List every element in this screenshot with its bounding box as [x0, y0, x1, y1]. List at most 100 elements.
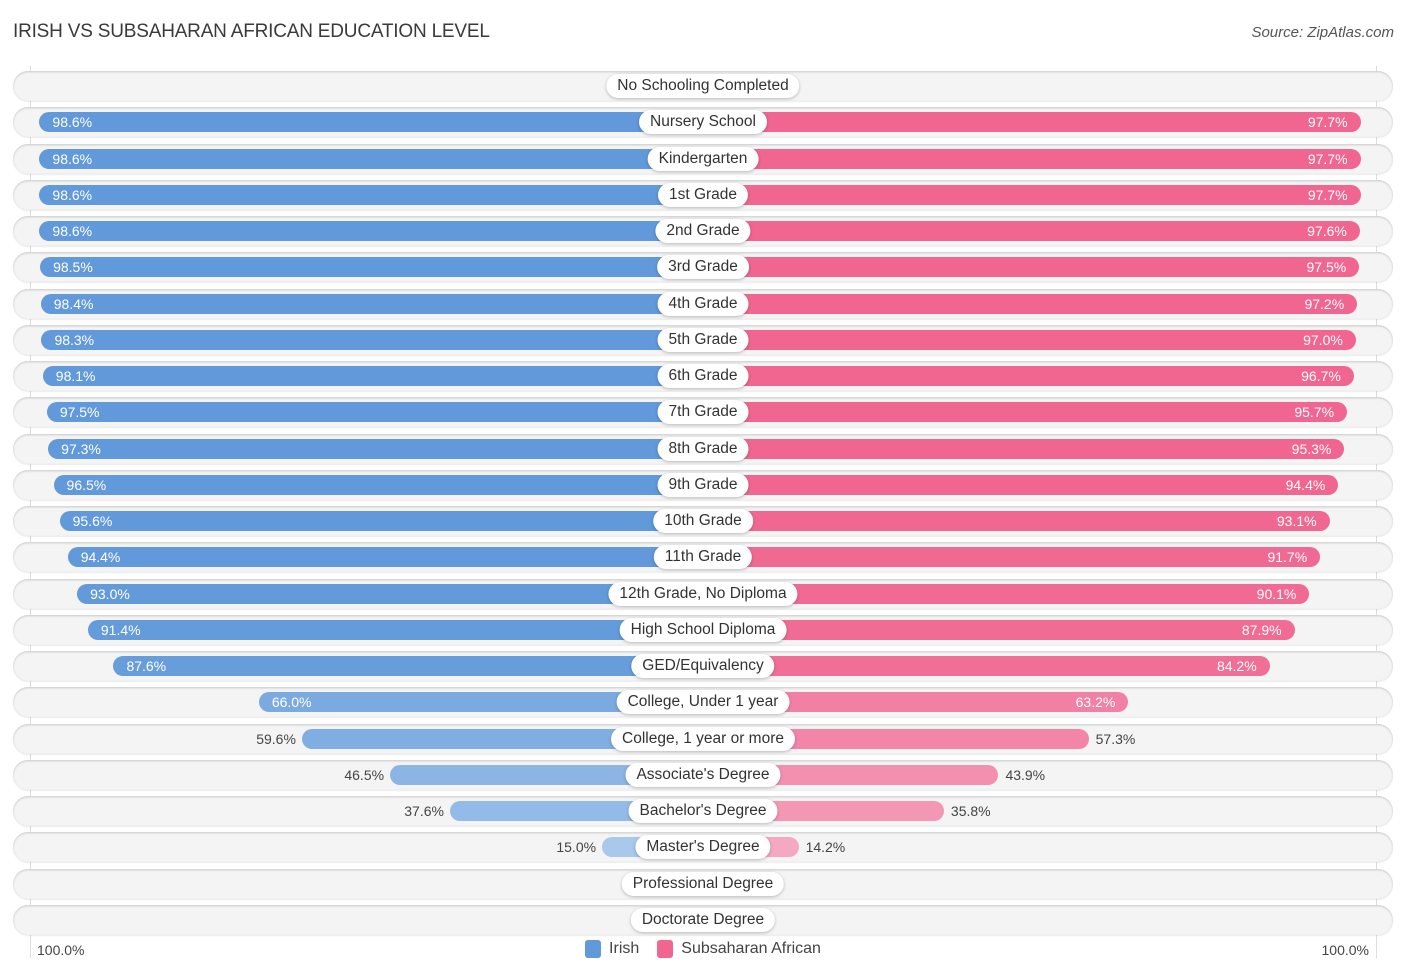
value-label-irish-3rd-grade: 98.5% [53, 259, 93, 276]
bar-subsaharan-african-9th-grade[interactable] [703, 474, 1339, 495]
value-label-subsaharan-african-bachelor-s-degree: 35.8% [950, 803, 991, 819]
value-label-subsaharan-african-12th-grade-no-diploma: 90.1% [1256, 585, 1297, 602]
value-label-subsaharan-african-4th-grade: 97.2% [1304, 295, 1345, 312]
bar-irish-5th-grade[interactable] [41, 329, 703, 350]
bar-irish-nursery-school[interactable] [39, 112, 703, 133]
bar-subsaharan-african-nursery-school[interactable] [703, 112, 1361, 133]
value-label-irish-12th-grade-no-diploma: 93.0% [90, 585, 130, 602]
bar-subsaharan-african-6th-grade[interactable] [703, 366, 1354, 386]
bar-subsaharan-african-3rd-grade[interactable] [703, 257, 1360, 278]
value-label-irish-nursery-school: 98.6% [52, 114, 93, 131]
category-label-professional-degree: Professional Degree [621, 871, 785, 896]
legend-item-irish[interactable]: Irish [585, 940, 639, 958]
legend-label-irish: Irish [609, 940, 640, 957]
value-label-irish-1st-grade: 98.6% [52, 186, 93, 203]
category-label-college-1-year-or-more: College, 1 year or more [611, 726, 795, 751]
bar-irish-2nd-grade[interactable] [39, 221, 703, 241]
bar-subsaharan-african-2nd-grade[interactable] [703, 221, 1360, 241]
category-label-1st-grade: 1st Grade [657, 182, 749, 207]
bar-subsaharan-african-1st-grade[interactable] [703, 184, 1361, 205]
category-label-bachelor-s-degree: Bachelor's Degree [628, 799, 778, 823]
value-label-irish-9th-grade: 96.5% [66, 476, 107, 493]
value-label-irish-5th-grade: 98.3% [54, 331, 95, 348]
diverging-bar-chart: 1.4%2.3%No Schooling Completed98.6%97.7%… [0, 0, 1406, 975]
bar-subsaharan-african-kindergarten[interactable] [703, 148, 1361, 169]
value-label-irish-7th-grade: 97.5% [59, 404, 100, 421]
category-label-nursery-school: Nursery School [639, 110, 767, 135]
bar-subsaharan-african-11th-grade[interactable] [703, 547, 1321, 568]
legend: Irish Subsaharan African [0, 940, 1406, 958]
value-label-subsaharan-african-9th-grade: 94.4% [1285, 476, 1326, 493]
value-label-subsaharan-african-associate-s-degree: 43.9% [1005, 766, 1046, 783]
category-label-2nd-grade: 2nd Grade [655, 219, 751, 243]
value-label-irish-high-school-diploma: 91.4% [100, 621, 141, 638]
bar-irish-7th-grade[interactable] [46, 402, 703, 423]
value-label-subsaharan-african-1st-grade: 97.7% [1307, 186, 1348, 203]
category-label-12th-grade-no-diploma: 12th Grade, No Diploma [608, 581, 798, 606]
value-label-irish-bachelor-s-degree: 37.6% [404, 803, 444, 819]
value-label-subsaharan-african-5th-grade: 97.0% [1303, 331, 1343, 348]
category-label-8th-grade: 8th Grade [657, 436, 749, 461]
value-label-subsaharan-african-college-1-year-or-more: 57.3% [1095, 730, 1136, 747]
bar-irish-4th-grade[interactable] [40, 293, 703, 314]
bar-subsaharan-african-10th-grade[interactable] [703, 511, 1330, 531]
bar-irish-6th-grade[interactable] [42, 366, 703, 386]
category-label-6th-grade: 6th Grade [657, 364, 749, 388]
category-label-5th-grade: 5th Grade [657, 327, 749, 352]
value-label-irish-kindergarten: 98.6% [52, 150, 93, 167]
bar-subsaharan-african-7th-grade[interactable] [703, 402, 1348, 423]
value-label-irish-6th-grade: 98.1% [55, 368, 96, 384]
legend-swatch-subsaharan-african [657, 940, 674, 958]
bar-irish-kindergarten[interactable] [39, 148, 703, 169]
bar-irish-3rd-grade[interactable] [40, 257, 703, 278]
value-label-irish-associate-s-degree: 46.5% [344, 766, 385, 783]
legend-swatch-irish [585, 940, 602, 958]
category-label-master-s-degree: Master's Degree [635, 835, 771, 860]
category-label-no-schooling-completed: No Schooling Completed [606, 74, 800, 98]
bar-irish-9th-grade[interactable] [53, 474, 703, 495]
value-label-irish-college-under-1-year: 66.0% [271, 694, 312, 711]
value-label-subsaharan-african-11th-grade: 91.7% [1267, 549, 1308, 566]
value-label-irish-college-1-year-or-more: 59.6% [256, 730, 296, 747]
value-label-irish-11th-grade: 94.4% [80, 549, 121, 566]
bar-irish-ged-equivalency[interactable] [113, 656, 703, 676]
value-label-subsaharan-african-3rd-grade: 97.5% [1306, 259, 1347, 276]
value-label-subsaharan-african-8th-grade: 95.3% [1291, 440, 1332, 457]
bar-irish-11th-grade[interactable] [67, 547, 703, 568]
value-label-subsaharan-african-master-s-degree: 14.2% [805, 839, 846, 856]
category-label-4th-grade: 4th Grade [657, 291, 749, 316]
bar-subsaharan-african-ged-equivalency[interactable] [703, 656, 1270, 676]
bar-irish-10th-grade[interactable] [59, 511, 703, 531]
value-label-subsaharan-african-ged-equivalency: 84.2% [1216, 658, 1257, 674]
category-label-kindergarten: Kindergarten [647, 146, 759, 171]
category-label-associate-s-degree: Associate's Degree [625, 762, 781, 787]
bar-subsaharan-african-4th-grade[interactable] [703, 293, 1358, 314]
value-label-subsaharan-african-10th-grade: 93.1% [1276, 513, 1317, 529]
bar-irish-high-school-diploma[interactable] [87, 619, 703, 640]
value-label-subsaharan-african-6th-grade: 96.7% [1301, 368, 1341, 384]
category-label-9th-grade: 9th Grade [657, 472, 749, 497]
bar-subsaharan-african-5th-grade[interactable] [703, 329, 1356, 350]
category-label-ged-equivalency: GED/Equivalency [631, 654, 775, 678]
bar-irish-8th-grade[interactable] [48, 438, 703, 459]
category-label-11th-grade: 11th Grade [653, 545, 753, 570]
value-label-subsaharan-african-high-school-diploma: 87.9% [1241, 621, 1282, 638]
value-label-subsaharan-african-college-under-1-year: 63.2% [1075, 694, 1116, 711]
value-label-subsaharan-african-2nd-grade: 97.6% [1307, 223, 1347, 239]
legend-item-subsaharan-african[interactable]: Subsaharan African [657, 940, 821, 958]
category-label-7th-grade: 7th Grade [657, 400, 749, 425]
value-label-irish-ged-equivalency: 87.6% [126, 658, 167, 674]
value-label-subsaharan-african-7th-grade: 95.7% [1294, 404, 1335, 421]
category-label-10th-grade: 10th Grade [653, 509, 753, 533]
bar-irish-1st-grade[interactable] [39, 184, 703, 205]
category-label-high-school-diploma: High School Diploma [619, 617, 787, 642]
value-label-irish-10th-grade: 95.6% [72, 513, 113, 529]
value-label-subsaharan-african-kindergarten: 97.7% [1307, 150, 1348, 167]
value-label-irish-8th-grade: 97.3% [61, 440, 101, 457]
value-label-irish-4th-grade: 98.4% [53, 295, 94, 312]
bar-subsaharan-african-8th-grade[interactable] [703, 438, 1345, 459]
bar-subsaharan-african-high-school-diploma[interactable] [703, 619, 1295, 640]
value-label-irish-master-s-degree: 15.0% [556, 839, 597, 856]
value-label-irish-2nd-grade: 98.6% [52, 223, 93, 239]
category-label-doctorate-degree: Doctorate Degree [630, 907, 776, 932]
